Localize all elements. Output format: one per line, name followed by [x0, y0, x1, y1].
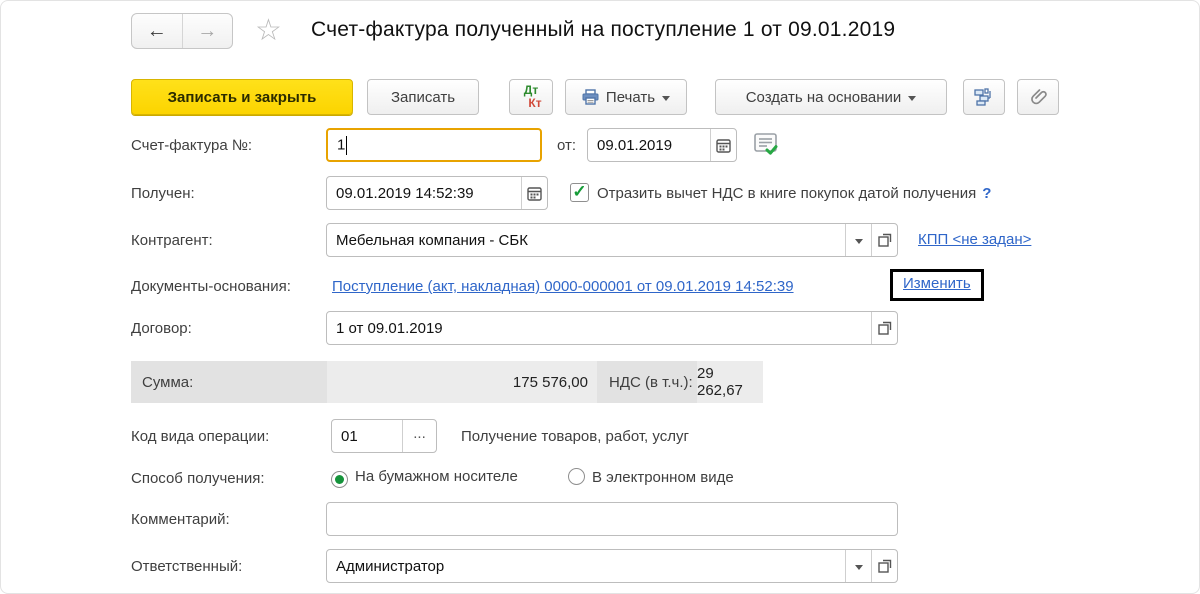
calendar-icon[interactable] [710, 129, 736, 161]
check-icon: ✓ [572, 182, 587, 201]
change-link[interactable]: Изменить [903, 275, 971, 292]
responsible-label: Ответственный: [131, 558, 243, 575]
invoice-number-value: 1 [337, 135, 346, 153]
receipt-method-label: Способ получения: [131, 470, 265, 487]
history-nav: ← → [131, 13, 233, 49]
document-structure-icon [974, 88, 994, 106]
vat-deduction-checkbox-label: Отразить вычет НДС в книге покупок датой… [597, 185, 992, 202]
kpp-link[interactable]: КПП <не задан> [918, 231, 1031, 248]
kt-label: Кт [528, 96, 542, 110]
dropdown-arrow-icon[interactable] [845, 550, 871, 582]
base-documents-label: Документы-основания: [131, 278, 291, 295]
create-based-on-button[interactable]: Создать на основании [715, 79, 947, 115]
counterparty-combobox[interactable]: Мебельная компания - СБК [326, 223, 898, 257]
chevron-down-icon [662, 95, 671, 101]
favorite-star-icon[interactable]: ☆ [255, 14, 282, 48]
open-item-icon[interactable] [871, 312, 897, 344]
operation-code-label: Код вида операции: [131, 428, 270, 445]
posted-status-icon [753, 132, 779, 156]
comment-label: Комментарий: [131, 511, 230, 528]
invoice-date-value: 09.01.2019 [597, 136, 673, 154]
choose-button[interactable]: ... [402, 420, 436, 452]
text-cursor [346, 135, 348, 155]
invoice-number-label: Счет-фактура №: [131, 137, 253, 154]
open-item-icon[interactable] [871, 224, 897, 256]
responsible-combobox[interactable]: Администратор [326, 549, 898, 583]
radio-unselected-icon [568, 468, 585, 485]
radio-paper[interactable]: На бумажном носителе [331, 468, 518, 488]
operation-code-value: 01 [341, 427, 358, 445]
vat-value: 29 262,67 [697, 361, 763, 403]
paperclip-icon [1029, 88, 1047, 106]
totals-band: Сумма: 175 576,00 НДС (в т.ч.): 29 262,6… [131, 361, 763, 403]
sum-value: 175 576,00 [327, 361, 597, 403]
counterparty-label: Контрагент: [131, 232, 213, 249]
base-document-link[interactable]: Поступление (акт, накладная) 0000-000001… [332, 278, 794, 295]
dropdown-arrow-icon[interactable] [845, 224, 871, 256]
invoice-date-label: от: [557, 137, 577, 154]
dtkt-postings-button[interactable]: Дт Кт [509, 79, 553, 115]
sum-label: Сумма: [142, 373, 194, 391]
page-title: Счет-фактура полученный на поступление 1… [311, 18, 896, 41]
related-documents-button[interactable] [963, 79, 1005, 115]
back-button[interactable]: ← [132, 14, 183, 48]
counterparty-value: Мебельная компания - СБК [336, 231, 528, 249]
contract-input[interactable]: 1 от 09.01.2019 [326, 311, 898, 345]
print-button[interactable]: Печать [565, 79, 687, 115]
vat-label: НДС (в т.ч.): [609, 373, 693, 391]
invoice-form-window: ← → ☆ Счет-фактура полученный на поступл… [0, 0, 1200, 594]
operation-code-input[interactable]: 01 ... [331, 419, 437, 453]
responsible-value: Администратор [336, 557, 445, 575]
save-button[interactable]: Записать [367, 79, 479, 115]
invoice-number-input[interactable]: 1 [326, 128, 542, 162]
vat-deduction-checkbox[interactable]: ✓ [570, 183, 589, 202]
received-label: Получен: [131, 185, 195, 202]
contract-label: Договор: [131, 320, 192, 337]
printer-icon [582, 89, 599, 105]
ellipsis-icon: ... [413, 424, 426, 442]
calendar-icon[interactable] [521, 177, 547, 209]
attachments-button[interactable] [1017, 79, 1059, 115]
received-datetime-input[interactable]: 09.01.2019 14:52:39 [326, 176, 548, 210]
received-datetime-value: 09.01.2019 14:52:39 [336, 184, 474, 202]
change-link-highlight: Изменить [890, 269, 984, 301]
radio-electronic[interactable]: В электронном виде [568, 468, 734, 486]
print-button-label: Печать [605, 88, 656, 106]
forward-button[interactable]: → [183, 14, 233, 48]
chevron-down-icon [908, 95, 917, 101]
forward-arrow-icon: → [197, 19, 218, 42]
back-arrow-icon: ← [146, 19, 167, 42]
comment-input[interactable] [326, 502, 898, 536]
contract-value: 1 от 09.01.2019 [336, 319, 443, 337]
save-and-close-button[interactable]: Записать и закрыть [131, 79, 353, 115]
help-icon[interactable]: ? [982, 185, 991, 202]
open-item-icon[interactable] [871, 550, 897, 582]
create-based-on-label: Создать на основании [745, 88, 902, 106]
radio-selected-icon [331, 471, 348, 488]
operation-code-description: Получение товаров, работ, услуг [461, 428, 689, 445]
invoice-date-input[interactable]: 09.01.2019 [587, 128, 737, 162]
